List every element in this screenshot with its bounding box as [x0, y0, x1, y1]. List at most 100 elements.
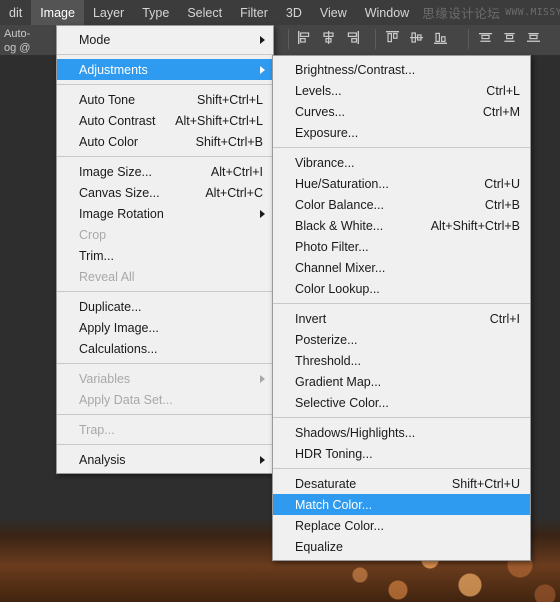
menu-item-label: Threshold... — [295, 353, 362, 368]
menubar-item-layer[interactable]: Layer — [84, 0, 133, 25]
adjustments-item-gradient-map[interactable]: Gradient Map... — [273, 371, 530, 392]
menu-item-label: Trap... — [79, 422, 115, 437]
adjustments-item-shadows-highlights[interactable]: Shadows/Highlights... — [273, 422, 530, 443]
menu-item-label: Black & White... — [295, 218, 384, 233]
submenu-arrow-icon — [260, 35, 265, 44]
watermark-chinese: 思缘设计论坛 — [422, 7, 501, 21]
adjustments-item-brightness-contrast[interactable]: Brightness/Contrast... — [273, 59, 530, 80]
menu-item-label: Calculations... — [79, 341, 158, 356]
image-menu-item-calculations[interactable]: Calculations... — [57, 338, 273, 359]
menu-item-label: Replace Color... — [295, 518, 384, 533]
menubar-item-edit[interactable]: dit — [0, 0, 31, 25]
menu-item-shortcut: Alt+Shift+Ctrl+L — [175, 113, 263, 128]
adjustments-item-curves[interactable]: Curves... Ctrl+M — [273, 101, 530, 122]
menu-item-label: HDR Toning... — [295, 446, 373, 461]
menubar-item-label: 3D — [285, 5, 302, 20]
distribute-group — [478, 30, 541, 45]
menubar-item-select[interactable]: Select — [178, 0, 231, 25]
submenu-arrow-icon — [260, 65, 265, 74]
menu-item-label: Image Rotation — [79, 206, 164, 221]
image-menu-item-adjustments[interactable]: Adjustments — [57, 59, 273, 80]
menu-item-label: Variables — [79, 371, 131, 386]
image-menu-item-mode[interactable]: Mode — [57, 29, 273, 50]
menu-item-label: Photo Filter... — [295, 239, 369, 254]
adjustments-item-photo-filter[interactable]: Photo Filter... — [273, 236, 530, 257]
adjustments-item-equalize[interactable]: Equalize — [273, 536, 530, 557]
adjustments-item-threshold[interactable]: Threshold... — [273, 350, 530, 371]
align-left-edges-icon[interactable] — [297, 30, 312, 45]
menu-item-label: Posterize... — [295, 332, 358, 347]
image-menu-item-apply-data-set: Apply Data Set... — [57, 389, 273, 410]
adjustments-item-vibrance[interactable]: Vibrance... — [273, 152, 530, 173]
adjustments-item-channel-mixer[interactable]: Channel Mixer... — [273, 257, 530, 278]
adjustments-item-hdr-toning[interactable]: HDR Toning... — [273, 443, 530, 464]
distribute-vertical-centers-icon[interactable] — [502, 30, 517, 45]
menu-item-label: Match Color... — [295, 497, 373, 512]
image-menu-item-image-size[interactable]: Image Size... Alt+Ctrl+I — [57, 161, 273, 182]
image-menu-item-apply-image[interactable]: Apply Image... — [57, 317, 273, 338]
menu-item-label: Selective Color... — [295, 395, 389, 410]
menubar-item-type[interactable]: Type — [133, 0, 178, 25]
align-vertical-centers-icon[interactable] — [409, 30, 424, 45]
menu-item-label: Image Size... — [79, 164, 152, 179]
adjustments-item-posterize[interactable]: Posterize... — [273, 329, 530, 350]
menubar-item-3d[interactable]: 3D — [277, 0, 311, 25]
adjustments-item-hue-saturation[interactable]: Hue/Saturation... Ctrl+U — [273, 173, 530, 194]
menubar-item-filter[interactable]: Filter — [231, 0, 277, 25]
image-dropdown-menu: Mode Adjustments Auto Tone Shift+Ctrl+L Auto… — [56, 25, 274, 474]
menu-item-label: Vibrance... — [295, 155, 355, 170]
menubar-item-view[interactable]: View — [311, 0, 356, 25]
submenu-arrow-icon — [260, 455, 265, 464]
align-top-edges-icon[interactable] — [385, 30, 400, 45]
image-menu-item-trim[interactable]: Trim... — [57, 245, 273, 266]
align-group-vertical — [385, 30, 448, 45]
adjustments-submenu: Brightness/Contrast... Levels... Ctrl+L Cur… — [272, 55, 531, 561]
options-auto-label: Auto- — [4, 28, 31, 40]
image-menu-item-auto-color[interactable]: Auto Color Shift+Ctrl+B — [57, 131, 273, 152]
adjustments-item-color-balance[interactable]: Color Balance... Ctrl+B — [273, 194, 530, 215]
adjustments-item-desaturate[interactable]: Desaturate Shift+Ctrl+U — [273, 473, 530, 494]
align-horizontal-centers-icon[interactable] — [321, 30, 336, 45]
menu-item-shortcut: Ctrl+M — [482, 104, 520, 119]
menubar-item-label: Select — [187, 5, 223, 20]
menu-item-label: Auto Contrast — [79, 113, 156, 128]
menu-item-label: Gradient Map... — [295, 374, 382, 389]
menu-item-label: Hue/Saturation... — [295, 176, 389, 191]
image-menu-item-auto-tone[interactable]: Auto Tone Shift+Ctrl+L — [57, 89, 273, 110]
menu-separator — [57, 414, 273, 415]
image-menu-item-image-rotation[interactable]: Image Rotation — [57, 203, 273, 224]
menubar-item-image[interactable]: Image — [31, 0, 84, 25]
distribute-top-edges-icon[interactable] — [478, 30, 493, 45]
menu-item-label: Levels... — [295, 83, 342, 98]
menu-item-label: Color Lookup... — [295, 281, 380, 296]
menu-separator — [273, 468, 530, 469]
adjustments-item-replace-color[interactable]: Replace Color... — [273, 515, 530, 536]
menubar-item-label: Window — [364, 5, 410, 20]
adjustments-item-invert[interactable]: Invert Ctrl+I — [273, 308, 530, 329]
adjustments-item-levels[interactable]: Levels... Ctrl+L — [273, 80, 530, 101]
menu-separator — [273, 303, 530, 304]
menu-item-label: Adjustments — [79, 62, 148, 77]
align-bottom-edges-icon[interactable] — [433, 30, 448, 45]
menubar-item-window[interactable]: Window — [356, 0, 418, 25]
adjustments-item-exposure[interactable]: Exposure... — [273, 122, 530, 143]
menu-item-label: Auto Tone — [79, 92, 136, 107]
toolbar-divider — [375, 29, 376, 49]
adjustments-item-selective-color[interactable]: Selective Color... — [273, 392, 530, 413]
image-menu-item-canvas-size[interactable]: Canvas Size... Alt+Ctrl+C — [57, 182, 273, 203]
adjustments-item-match-color[interactable]: Match Color... — [273, 494, 530, 515]
image-menu-item-duplicate[interactable]: Duplicate... — [57, 296, 273, 317]
image-menu-item-auto-contrast[interactable]: Auto Contrast Alt+Shift+Ctrl+L — [57, 110, 273, 131]
align-right-edges-icon[interactable] — [345, 30, 360, 45]
menubar-item-label: Layer — [92, 5, 125, 20]
adjustments-item-color-lookup[interactable]: Color Lookup... — [273, 278, 530, 299]
image-menu-item-analysis[interactable]: Analysis — [57, 449, 273, 470]
distribute-bottom-edges-icon[interactable] — [526, 30, 541, 45]
menubar-item-label: dit — [9, 5, 23, 20]
align-group-horizontal — [297, 30, 360, 45]
menu-item-shortcut: Alt+Ctrl+C — [205, 185, 263, 200]
options-bar-left-text: Auto- og @ — [4, 27, 30, 55]
adjustments-item-black-white[interactable]: Black & White... Alt+Shift+Ctrl+B — [273, 215, 530, 236]
menu-separator — [57, 84, 273, 85]
options-log-label: og @ — [4, 42, 31, 54]
